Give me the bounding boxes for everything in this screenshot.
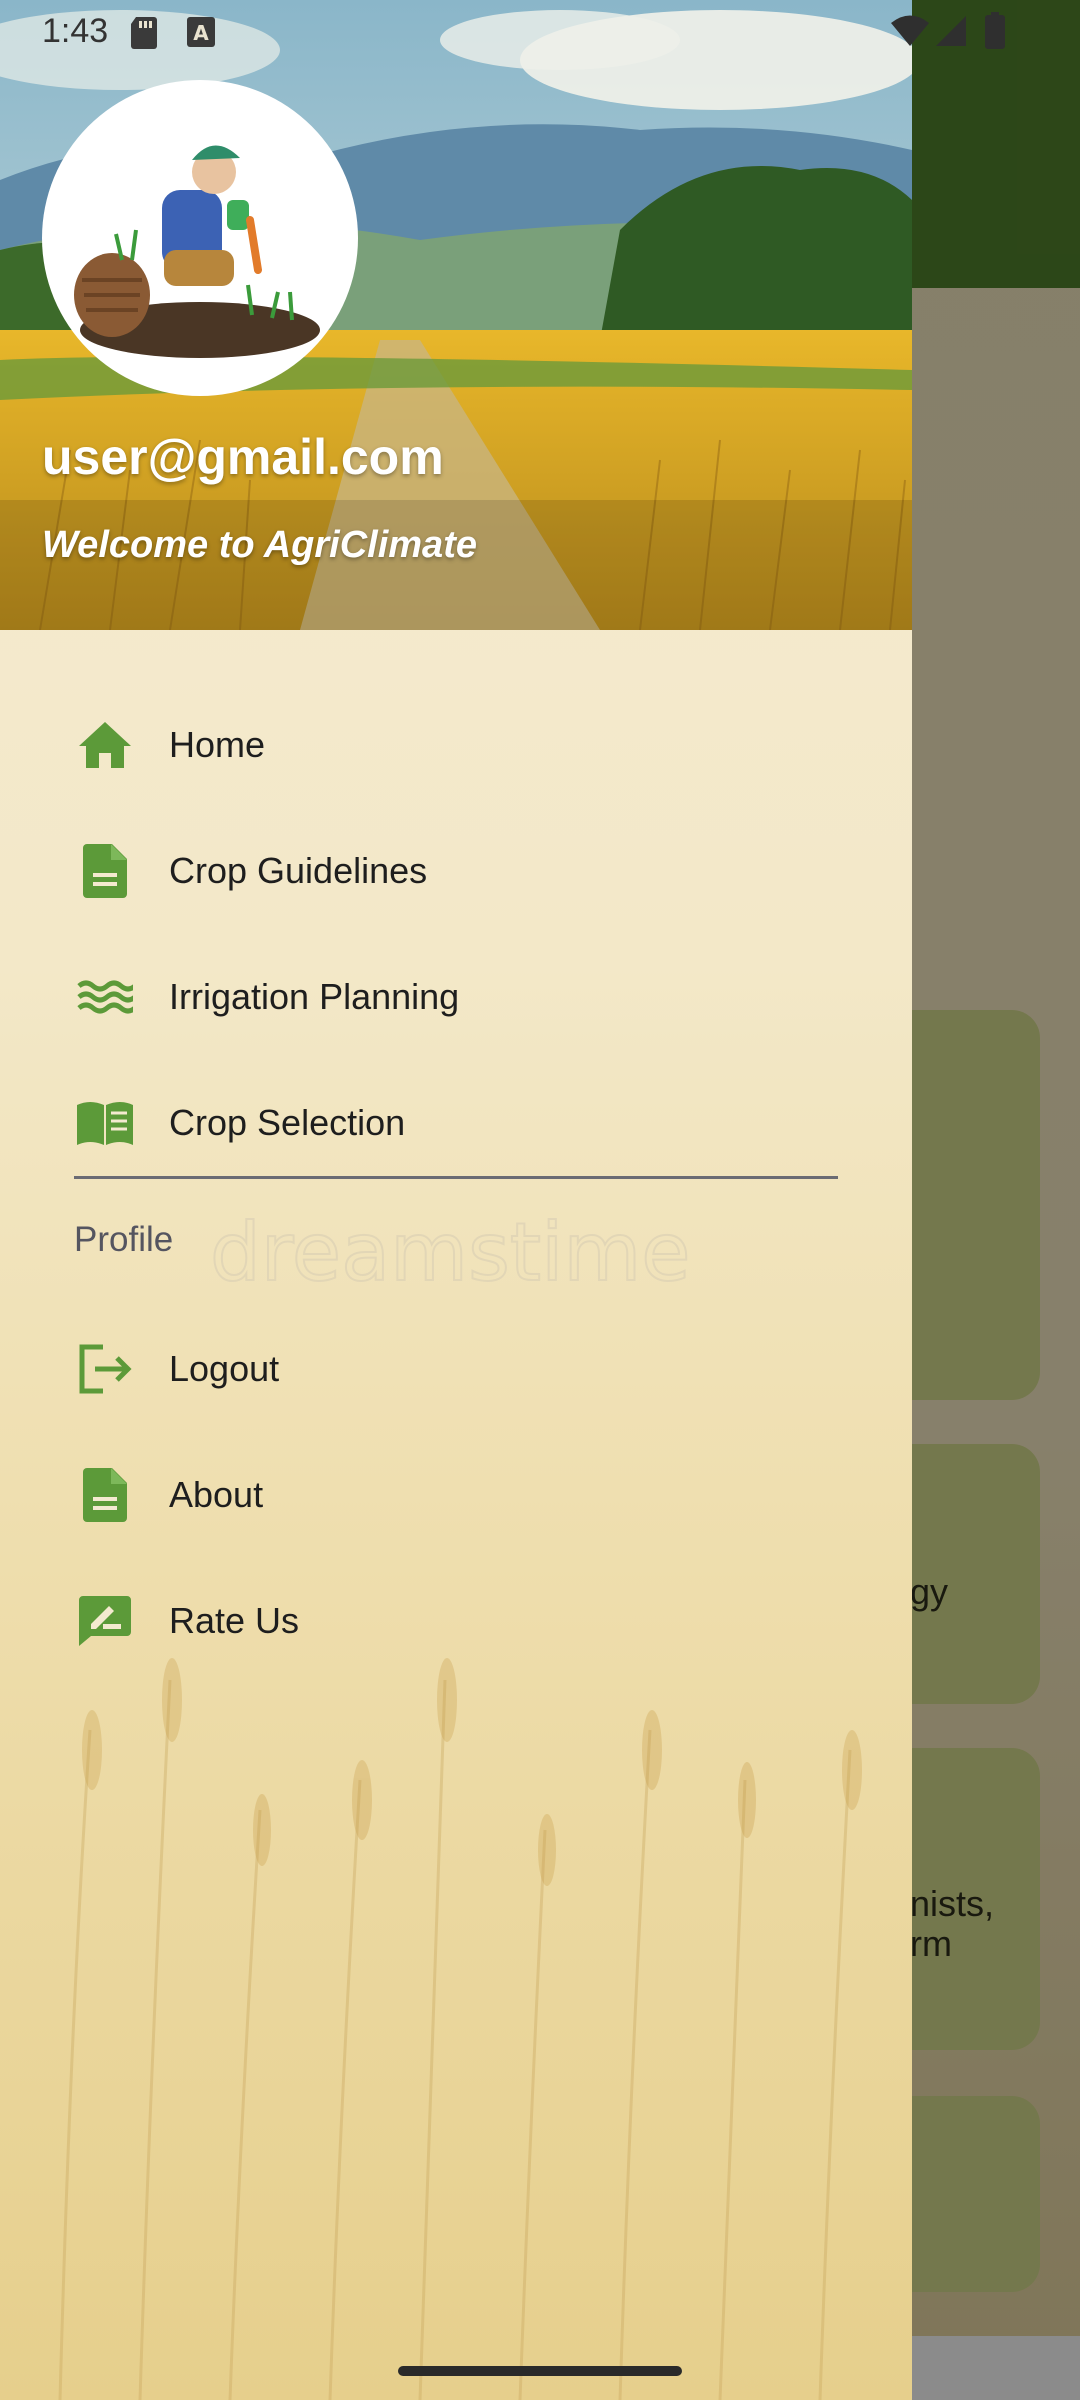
- battery-icon: [985, 12, 1005, 49]
- menu-item-logout[interactable]: Logout: [0, 1306, 912, 1432]
- document-icon: [74, 1464, 136, 1526]
- svg-text:A: A: [193, 21, 209, 45]
- rate-review-icon: [74, 1590, 136, 1652]
- keyboard-a-icon: A: [187, 17, 215, 47]
- menu-item-label: Crop Selection: [169, 1102, 406, 1143]
- status-time: 1:43: [42, 12, 109, 50]
- sd-card-icon: [131, 17, 157, 49]
- farmer-illustration: [74, 145, 320, 358]
- signal-icon: [936, 16, 966, 46]
- navigation-drawer: user@gmail.com Welcome to AgriClimate dr…: [0, 0, 912, 2400]
- drawer-header: user@gmail.com Welcome to AgriClimate: [0, 0, 912, 630]
- menu-item-about[interactable]: About: [0, 1432, 912, 1558]
- waves-icon: [74, 966, 136, 1028]
- menu-divider: [74, 1176, 838, 1179]
- book-icon: [74, 1092, 136, 1154]
- logout-icon: [74, 1338, 136, 1400]
- welcome-message: Welcome to AgriClimate: [42, 524, 477, 566]
- menu-item-label: About: [169, 1474, 264, 1515]
- document-icon: [74, 840, 136, 902]
- menu-item-label: Rate Us: [169, 1600, 300, 1641]
- menu-item-crop-guidelines[interactable]: Crop Guidelines: [0, 808, 912, 934]
- profile-section-title: Profile: [74, 1220, 174, 1259]
- menu-item-label: Irrigation Planning: [169, 976, 460, 1017]
- menu-item-irrigation-planning[interactable]: Irrigation Planning: [0, 934, 912, 1060]
- menu-item-crop-selection[interactable]: Crop Selection: [0, 1060, 912, 1186]
- menu-item-home[interactable]: Home: [0, 682, 912, 808]
- user-email: user@gmail.com: [42, 429, 444, 485]
- farmer-avatar[interactable]: [42, 80, 358, 396]
- watermark-text: dreamstime: [210, 1206, 691, 1299]
- status-bar: 1:43 A: [0, 0, 1080, 62]
- menu-item-label: Home: [169, 724, 266, 765]
- menu-item-rate-us[interactable]: Rate Us: [0, 1558, 912, 1684]
- menu-item-label: Crop Guidelines: [169, 850, 428, 891]
- gesture-navigation-bar[interactable]: [398, 2366, 682, 2376]
- wifi-icon: [891, 15, 929, 46]
- home-icon: [74, 714, 136, 776]
- menu-item-label: Logout: [169, 1348, 280, 1389]
